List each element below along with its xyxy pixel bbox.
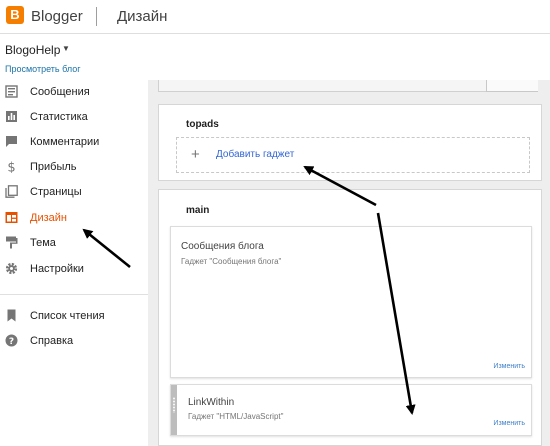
section-main: main Сообщения блога Гаджет "Сообщения б… [158, 189, 542, 446]
sidebar-item-earnings[interactable]: $ Прибыль [0, 157, 148, 179]
sidebar-item-label: Комментарии [30, 136, 100, 148]
sidebar-item-comments[interactable]: Комментарии [0, 132, 148, 154]
sidebar-item-help[interactable]: ? Справка [0, 331, 148, 353]
layout-header-tab [486, 80, 538, 92]
sidebar-item-label: Страницы [30, 186, 82, 198]
sidebar-item-theme[interactable]: Тема [0, 233, 148, 255]
gear-icon [5, 262, 18, 275]
sidebar-item-label: Прибыль [30, 161, 77, 173]
layout-icon [5, 212, 18, 223]
sidebar-item-label: Статистика [30, 111, 88, 123]
gadget-title: Сообщения блога [181, 241, 264, 252]
plus-icon: + [191, 146, 200, 163]
gadget-blog-posts[interactable]: Сообщения блога Гаджет "Сообщения блога"… [170, 226, 532, 378]
sidebar-item-settings[interactable]: Настройки [0, 259, 148, 281]
bookmark-icon [7, 309, 16, 322]
sidebar-item-pages[interactable]: Страницы [0, 182, 148, 204]
svg-text:?: ? [9, 337, 14, 347]
section-title: main [186, 205, 210, 216]
sidebar-item-label: Дизайн [30, 212, 67, 224]
header-divider [96, 7, 97, 26]
page-title: Дизайн [117, 8, 168, 25]
sidebar-item-label: Тема [30, 237, 56, 249]
dollar-icon: $ [7, 161, 15, 174]
add-gadget-button[interactable]: + Добавить гаджет [176, 137, 530, 173]
stats-icon [6, 111, 17, 122]
sidebar-item-label: Справка [30, 335, 74, 347]
gadget-type: Гаджет "Сообщения блога" [181, 257, 282, 266]
caret-down-icon[interactable]: ▼ [62, 44, 70, 53]
sidebar-item-stats[interactable]: Статистика [0, 107, 148, 129]
brand-name[interactable]: Blogger [31, 8, 83, 25]
sidebar: Сообщения Статистика Комментарии $ Прибы… [0, 80, 148, 446]
drag-handle[interactable] [171, 385, 177, 435]
gadget-title: LinkWithin [188, 397, 235, 408]
blog-selector-bar: BlogoHelp ▼ Просмотреть блог [0, 34, 550, 80]
sidebar-item-posts[interactable]: Сообщения [0, 82, 148, 104]
blog-selector[interactable]: BlogoHelp [5, 43, 60, 57]
layout-header-strip [158, 80, 530, 92]
blogger-logo-icon[interactable]: B [6, 6, 24, 24]
svg-text:$: $ [7, 161, 15, 174]
sidebar-item-layout[interactable]: Дизайн [0, 208, 148, 230]
layout-editor: topads + Добавить гаджет main Сообщения … [148, 80, 550, 446]
sidebar-divider [0, 294, 148, 295]
gadget-type: Гаджет "HTML/JavaScript" [188, 412, 284, 421]
gadget-linkwithin[interactable]: LinkWithin Гаджет "HTML/JavaScript" Изме… [170, 384, 532, 436]
sidebar-item-label: Настройки [30, 263, 84, 275]
edit-gadget-link[interactable]: Изменить [493, 363, 525, 370]
sidebar-item-label: Сообщения [30, 86, 90, 98]
sidebar-item-label: Список чтения [30, 310, 105, 322]
pages-icon [5, 185, 18, 198]
section-topads: topads + Добавить гаджет [158, 104, 542, 181]
app-header: B Blogger Дизайн [0, 0, 550, 34]
help-icon: ? [5, 334, 18, 347]
add-gadget-label: Добавить гаджет [216, 149, 295, 160]
view-blog-link[interactable]: Просмотреть блог [5, 64, 81, 74]
theme-icon [6, 236, 18, 249]
edit-gadget-link[interactable]: Изменить [493, 420, 525, 427]
section-title: topads [186, 119, 219, 130]
posts-icon [5, 85, 18, 98]
comments-icon [6, 136, 17, 147]
sidebar-item-reading-list[interactable]: Список чтения [0, 306, 148, 328]
